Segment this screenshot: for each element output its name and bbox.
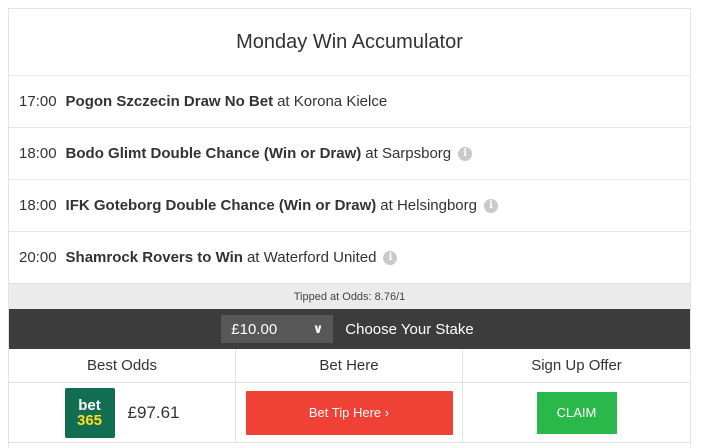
tip-opponent: Helsingborg xyxy=(396,197,477,214)
header-bet-here: Bet Here xyxy=(236,349,463,383)
tip-at: at xyxy=(277,93,290,110)
stake-label: Choose Your Stake xyxy=(345,320,474,338)
tip-row: 20:00 Shamrock Rovers to Win at Waterfor… xyxy=(9,231,690,283)
info-icon[interactable]: i xyxy=(458,146,473,161)
header-sign-up-offer: Sign Up Offer xyxy=(463,349,690,383)
tip-opponent: Waterford United xyxy=(263,249,377,266)
tip-time: 18:00 xyxy=(19,197,57,214)
tip-opponent: Sarpsborg xyxy=(381,145,452,162)
accumulator-card: Monday Win Accumulator 17:00 Pogon Szcze… xyxy=(8,8,691,448)
tip-selection: Shamrock Rovers to Win xyxy=(65,249,243,266)
bet-tip-button[interactable]: Bet Tip Here › xyxy=(245,390,453,435)
tip-row: 18:00 IFK Goteborg Double Chance (Win or… xyxy=(9,179,690,231)
tip-at: at xyxy=(365,145,378,162)
info-icon[interactable]: i xyxy=(483,198,498,213)
header-best-odds: Best Odds xyxy=(9,349,236,383)
odds-table: Best Odds Bet Here Sign Up Offer bet 365… xyxy=(9,349,690,443)
info-icon[interactable]: i xyxy=(383,250,398,265)
tipped-odds: Tipped at Odds: 8.76/1 xyxy=(9,283,690,309)
tip-row: 17:00 Pogon Szczecin Draw No Bet at Koro… xyxy=(9,75,690,127)
chevron-down-icon: ∨ xyxy=(312,321,324,336)
tip-at: at xyxy=(246,249,260,266)
tip-selection: Bodo Glimt Double Chance (Win or Draw) xyxy=(65,145,362,162)
tip-time: 20:00 xyxy=(19,249,57,266)
stake-select[interactable]: £10.00 ∨ xyxy=(221,315,334,343)
bet365-logo[interactable]: bet 365 xyxy=(64,387,115,438)
tip-time: 18:00 xyxy=(19,145,57,162)
tip-opponent: Korona Kielce xyxy=(293,93,388,110)
page-title: Monday Win Accumulator xyxy=(236,30,463,53)
stake-bar: £10.00 ∨ Choose Your Stake xyxy=(9,309,690,349)
claim-button[interactable]: CLAIM xyxy=(536,391,617,434)
tip-selection: IFK Goteborg Double Chance (Win or Draw) xyxy=(65,197,377,214)
bet-here-cell: Bet Tip Here › xyxy=(236,383,463,443)
sign-up-cell: CLAIM xyxy=(463,383,690,443)
best-odds-cell: bet 365 £97.61 xyxy=(9,383,236,443)
potential-return: £97.61 xyxy=(127,402,180,422)
tip-time: 17:00 xyxy=(19,93,57,110)
stake-value: £10.00 xyxy=(231,320,278,338)
tip-at: at xyxy=(380,197,393,214)
tip-selection: Pogon Szczecin Draw No Bet xyxy=(65,93,274,110)
tip-row: 18:00 Bodo Glimt Double Chance (Win or D… xyxy=(9,127,690,179)
